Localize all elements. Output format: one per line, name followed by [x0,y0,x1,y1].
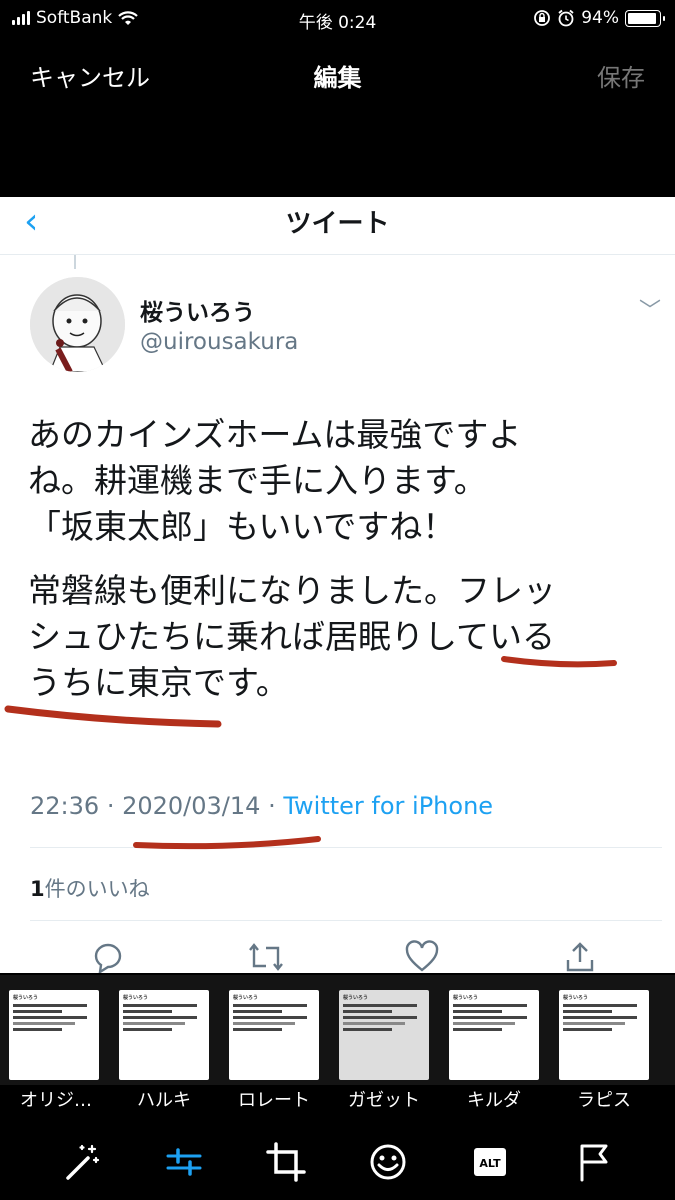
tweet-source: Twitter for iPhone [283,792,494,820]
tweet-line: 「坂東太郎」もいいですね！ [28,507,456,546]
editor-title: 編集 [313,64,362,92]
filter-preview: 桜ういろう [9,990,99,1080]
tweet-meta: 22:36 · 2020/03/14 · Twitter for iPhone [30,792,493,820]
tweet-paragraph-1: あのカインズホームは最強ですよ ね。耕運機まで手に入ります。 「坂東太郎」もいい… [28,412,648,550]
filter-label[interactable]: ロレート [218,1086,330,1112]
tweet-date: 2020/03/14 [122,792,261,820]
tweet-time: 22:36 [30,792,100,820]
filter-label[interactable]: ラピス [548,1086,660,1112]
share-icon [566,942,594,972]
tweet-paragraph-2: 常磐線も便利になりました。フレッ シュひたちに乗れば居眠りしている うちに東京で… [28,568,648,706]
filter-label[interactable]: オリジ… [0,1086,112,1112]
divider [30,920,662,921]
likes-count: 1 [30,877,45,901]
likes-label: 件のいいね [44,877,150,901]
tweet-image-preview: ‹ ツイート 桜ういろう @uirousakura ﹀ あのカインズホームは最強… [0,197,675,973]
filter-thumb[interactable]: 桜ういろう [339,990,431,1080]
filter-thumb[interactable]: 桜ういろう [9,990,101,1080]
filter-thumb[interactable]: 桜ういろう [449,990,541,1080]
retweet-icon [249,943,283,971]
meta-separator: · [106,792,115,820]
alt-text-icon[interactable]: ALT [468,1140,512,1184]
filter-label[interactable]: キルダ [438,1086,550,1112]
tweet-line: うちに東京です。 [28,663,289,702]
adjust-sliders-icon[interactable] [162,1140,206,1184]
rotation-lock-icon [534,10,551,26]
tweet-body: あのカインズホームは最強ですよ ね。耕運機まで手に入ります。 「坂東太郎」もいい… [28,412,648,724]
thread-line [74,255,76,269]
tweet-line: あのカインズホームは最強ですよ [28,415,522,454]
tweet-actions [0,932,675,973]
flag-icon[interactable] [572,1140,616,1184]
meta-separator: · [268,792,276,820]
sticker-icon[interactable] [366,1140,410,1184]
filter-thumb[interactable]: 桜ういろう [559,990,651,1080]
filter-preview: 桜ういろう [339,990,429,1080]
likes-summary: 1件のいいね [30,873,150,903]
status-right: 94% [533,8,665,28]
tweet-author-handle: @uirousakura [140,329,299,355]
filter-preview: 桜ういろう [449,990,539,1080]
edit-toolbar: ALT [0,1120,675,1200]
filter-preview: 桜ういろう [229,990,319,1080]
filter-thumb[interactable]: 桜ういろう [229,990,321,1080]
alarm-icon [558,9,574,27]
tweet-nav-bar: ‹ ツイート [0,197,675,255]
filter-label[interactable]: ガゼット [328,1086,440,1112]
chevron-down-icon: ﹀ [638,299,661,324]
filter-preview: 桜ういろう [559,990,649,1080]
tweet-line: シュひたちに乗れば居眠りしている [28,617,556,656]
filter-thumb[interactable]: 桜ういろう [119,990,211,1080]
crop-icon[interactable] [264,1140,308,1184]
save-button[interactable]: 保存 [597,58,645,93]
heart-icon [405,940,439,972]
filter-preview: 桜ういろう [119,990,209,1080]
filter-label[interactable]: ハルキ [108,1086,220,1112]
tweet-line: ね。耕運機まで手に入ります。 [28,461,487,500]
magic-wand-icon[interactable] [60,1140,104,1184]
svg-text:ALT: ALT [479,1157,501,1170]
tweet-author-name: 桜ういろう [140,300,255,326]
battery-percent: 94% [581,8,619,28]
battery-icon [625,9,665,27]
divider [30,847,662,848]
editor-header: キャンセル 編集 保存 [0,40,675,110]
reply-icon [94,943,122,973]
tweet-line: 常磐線も便利になりました。フレッ [28,571,556,610]
tweet-nav-title: ツイート [285,209,390,239]
avatar [30,277,125,372]
filter-strip: 桜ういろう 桜ういろう 桜ういろう 桜ういろう 桜ういろう 桜ういろう [0,975,675,1085]
status-bar: SoftBank 午後 0:24 94% [0,0,675,40]
